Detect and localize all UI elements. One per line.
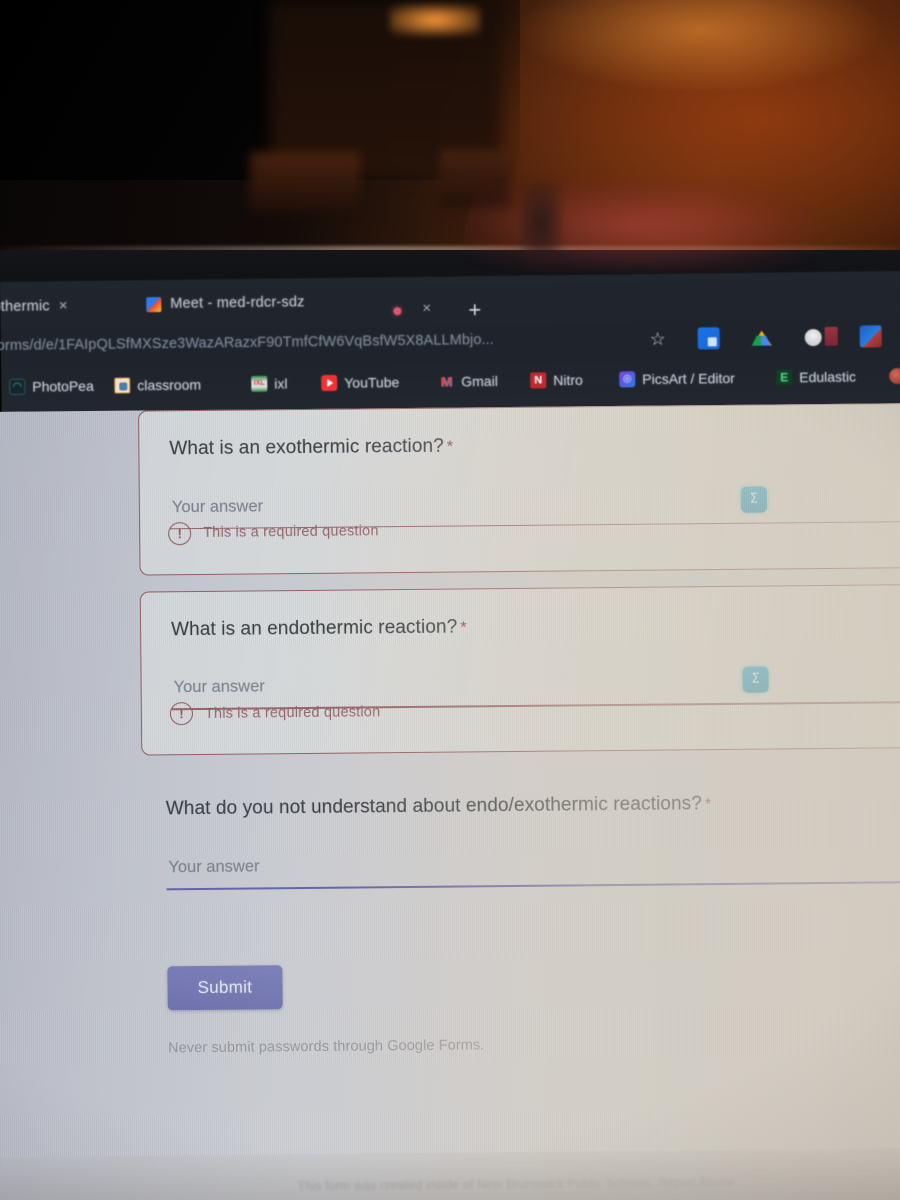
submit-row: Submit (143, 959, 900, 1011)
question-text: What is an exothermic reaction? (169, 435, 444, 460)
never-submit-passwords-note: Never submit passwords through Google Fo… (168, 1037, 485, 1057)
answer-placeholder: Your answer (173, 677, 265, 697)
bookmark-label: classroom (137, 376, 202, 394)
tab-title: Meet - med-rdcr-sdz (170, 294, 305, 312)
question-text: What do you not understand about endo/ex… (165, 793, 703, 820)
answer-field-wrapper[interactable]: Your answer This is a required question (168, 486, 900, 545)
error-row: This is a required question (169, 701, 381, 726)
bookmark-edulastic[interactable]: Edulastic (776, 369, 856, 386)
room-background (0, 0, 900, 308)
blue-extension-icon[interactable] (697, 327, 720, 350)
bookmark-youtube[interactable]: YouTube (321, 374, 400, 392)
bookmark-label: YouTube (344, 374, 400, 391)
error-message: This is a required question (204, 704, 381, 722)
bookmarks-bar: PhotoPea classroom ixl YouTube Gmail Nit… (1, 359, 900, 404)
picsart-icon (619, 371, 636, 388)
submit-button[interactable]: Submit (167, 965, 283, 1011)
answer-field-wrapper[interactable]: Your answer (166, 851, 900, 904)
answer-placeholder: Your answer (168, 857, 260, 877)
google-classroom-icon (114, 377, 131, 394)
question-card-2: What is an endothermic reaction? * Your a… (139, 583, 900, 756)
form-question-list: What is an exothermic reaction? * Your an… (137, 402, 900, 1057)
equation-editor-icon[interactable] (742, 666, 769, 694)
lightbulb-icon[interactable] (804, 328, 822, 347)
photopea-icon (9, 378, 26, 395)
equation-editor-icon[interactable] (740, 486, 767, 513)
blue-red-extension-icon[interactable] (859, 325, 882, 348)
google-form-page: What is an exothermic reaction? * Your an… (0, 402, 900, 1200)
youtube-icon (321, 374, 338, 392)
question-title: What do you not understand about endo/ex… (166, 791, 900, 823)
browser-chrome: dothermic × Meet - med-rdcr-sdz × + orms… (0, 271, 900, 422)
laptop-photo: dothermic × Meet - med-rdcr-sdz × + orms… (0, 0, 900, 1200)
edulastic-icon (776, 369, 793, 386)
answer-placeholder: Your answer (171, 497, 264, 516)
bookmark-photopea[interactable]: PhotoPea (9, 378, 94, 395)
answer-field-wrapper[interactable]: Your answer This is a required question (169, 666, 900, 726)
red-extension-icon[interactable] (824, 326, 838, 346)
bookmark-label: Nitro (553, 371, 583, 389)
tab-close-icon[interactable]: × (422, 300, 431, 317)
required-asterisk: * (704, 796, 712, 814)
bookmark-gmail[interactable]: Gmail (438, 373, 498, 390)
nitro-icon (530, 372, 547, 389)
browser-tab-exothermic[interactable]: dothermic × (0, 297, 68, 315)
error-exclamation-icon (168, 521, 192, 545)
ixl-icon (251, 375, 268, 392)
tab-close-icon[interactable]: × (59, 297, 68, 314)
required-asterisk: * (446, 438, 454, 456)
google-drive-icon[interactable] (751, 327, 773, 349)
bookmark-label: Edulastic (799, 368, 857, 386)
google-meet-icon (146, 296, 162, 312)
tab-audio-indicator-icon (393, 307, 402, 316)
error-exclamation-icon (169, 702, 194, 726)
room-object-left (250, 152, 360, 212)
webcam-icon (520, 182, 562, 266)
bookmark-overflow-icon[interactable] (889, 367, 900, 385)
bookmark-picsart[interactable]: PicsArt / Editor (619, 370, 735, 388)
bookmark-label: Gmail (461, 372, 498, 390)
bezel-reflection (455, 178, 825, 273)
new-tab-button[interactable]: + (468, 297, 481, 322)
form-footer-note: This form was created inside of New Brun… (297, 1174, 735, 1194)
tab-strip: dothermic × Meet - med-rdcr-sdz × + (0, 277, 900, 328)
browser-tab-meet[interactable]: Meet - med-rdcr-sdz (146, 294, 305, 312)
required-asterisk: * (460, 619, 467, 637)
bookmark-label: PicsArt / Editor (642, 370, 735, 388)
error-row: This is a required question (168, 520, 379, 545)
bookmark-star-icon[interactable]: ☆ (647, 328, 669, 350)
error-message: This is a required question (203, 523, 379, 542)
bookmark-nitro[interactable]: Nitro (530, 372, 583, 389)
address-bar[interactable]: orms/d/e/1FAIpQLSfMXSze3WazARazxF90TmfCf… (0, 321, 900, 366)
bookmark-classroom[interactable]: classroom (114, 377, 201, 394)
tab-title: dothermic (0, 297, 50, 315)
room-light-glow (390, 5, 480, 35)
url-text: orms/d/e/1FAIpQLSfMXSze3WazARazxF90TmfCf… (0, 331, 494, 355)
question-text: What is an endothermic reaction? (170, 616, 458, 640)
question-card-1: What is an exothermic reaction? * Your an… (137, 402, 900, 576)
question-card-3: What do you not understand about endo/ex… (141, 764, 900, 912)
gmail-icon (438, 373, 454, 389)
question-title: What is an endothermic reaction? * (171, 611, 900, 643)
bookmark-ixl[interactable]: ixl (251, 375, 288, 392)
question-title: What is an exothermic reaction? * (169, 430, 898, 462)
bookmark-label: PhotoPea (32, 377, 94, 395)
bookmark-label: ixl (274, 375, 288, 392)
answer-underline (166, 881, 900, 891)
